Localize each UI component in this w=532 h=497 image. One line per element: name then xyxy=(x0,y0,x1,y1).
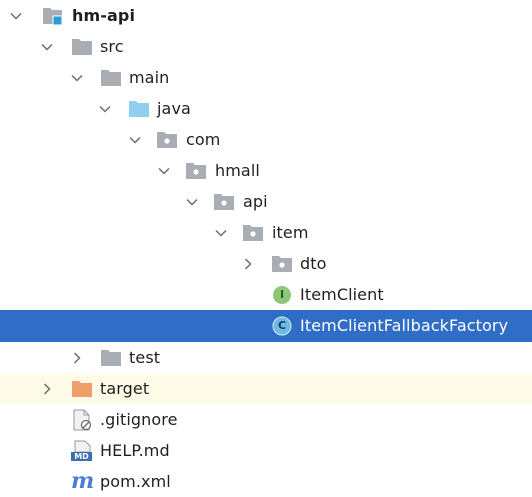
tree-row-item[interactable]: item xyxy=(0,217,532,248)
chevron-down-icon[interactable] xyxy=(125,124,145,155)
tree-item-label: ItemClient xyxy=(300,285,384,304)
tree-item-label: pom.xml xyxy=(100,472,171,491)
tree-row-hmall[interactable]: hmall xyxy=(0,155,532,186)
tree-item-label: hm-api xyxy=(72,6,136,25)
source-folder-icon xyxy=(128,93,150,124)
chevron-down-icon[interactable] xyxy=(37,31,57,62)
tree-row-itemclientfallbackfactory[interactable]: C ItemClientFallbackFactory xyxy=(0,310,532,342)
chevron-down-icon[interactable] xyxy=(6,0,26,31)
tree-row-target[interactable]: target xyxy=(0,373,532,404)
project-tree: hm-api src main java com hmall api item … xyxy=(0,0,532,494)
tree-item-label: .gitignore xyxy=(100,410,178,429)
tree-row-gitignore[interactable]: .gitignore xyxy=(0,404,532,435)
chevron-right-icon[interactable] xyxy=(37,373,57,404)
maven-file-icon: m xyxy=(71,466,95,497)
module-folder-icon xyxy=(42,0,64,31)
tree-item-label: target xyxy=(100,379,150,398)
tree-row-dto[interactable]: dto xyxy=(0,248,532,279)
chevron-down-icon[interactable] xyxy=(211,217,231,248)
package-icon xyxy=(242,217,264,248)
tree-row-test[interactable]: test xyxy=(0,342,532,373)
tree-item-label: test xyxy=(129,348,161,367)
tree-item-label: com xyxy=(186,130,221,149)
tree-row-main[interactable]: main xyxy=(0,62,532,93)
markdown-file-icon: MD xyxy=(71,435,93,466)
class-icon: C xyxy=(271,310,293,342)
chevron-right-icon[interactable] xyxy=(67,342,87,373)
tree-row-hm-api[interactable]: hm-api xyxy=(0,0,532,31)
tree-item-label: item xyxy=(272,223,309,242)
tree-item-label: ItemClientFallbackFactory xyxy=(300,316,509,335)
interface-icon-letter: I xyxy=(279,288,285,301)
package-icon xyxy=(213,186,235,217)
tree-row-itemclient[interactable]: I ItemClient xyxy=(0,279,532,310)
chevron-down-icon[interactable] xyxy=(67,62,87,93)
tree-row-api[interactable]: api xyxy=(0,186,532,217)
tree-item-label: api xyxy=(243,192,268,211)
chevron-right-icon[interactable] xyxy=(238,248,258,279)
package-icon xyxy=(156,124,178,155)
tree-item-label: hmall xyxy=(215,161,260,180)
class-icon-letter: C xyxy=(277,319,287,332)
tree-item-label: src xyxy=(100,37,124,56)
tree-item-label: main xyxy=(129,68,170,87)
tree-row-com[interactable]: com xyxy=(0,124,532,155)
tree-row-java[interactable]: java xyxy=(0,93,532,124)
folder-icon xyxy=(100,62,122,93)
tree-item-label: dto xyxy=(300,254,327,273)
package-icon xyxy=(185,155,207,186)
folder-icon xyxy=(100,342,122,373)
tree-row-src[interactable]: src xyxy=(0,31,532,62)
package-icon xyxy=(271,248,293,279)
markdown-icon-letters: MD xyxy=(74,452,89,461)
chevron-down-icon[interactable] xyxy=(154,155,174,186)
chevron-down-icon[interactable] xyxy=(95,93,115,124)
folder-icon xyxy=(71,31,93,62)
tree-item-label: HELP.md xyxy=(100,441,170,460)
interface-icon: I xyxy=(271,279,293,310)
excluded-folder-icon xyxy=(71,373,93,404)
tree-row-pom-xml[interactable]: m pom.xml xyxy=(0,466,532,497)
chevron-down-icon[interactable] xyxy=(182,186,202,217)
tree-row-help-md[interactable]: MD HELP.md xyxy=(0,435,532,466)
tree-item-label: java xyxy=(157,99,191,118)
maven-icon-letter: m xyxy=(71,468,95,494)
gitignore-file-icon xyxy=(71,404,93,435)
